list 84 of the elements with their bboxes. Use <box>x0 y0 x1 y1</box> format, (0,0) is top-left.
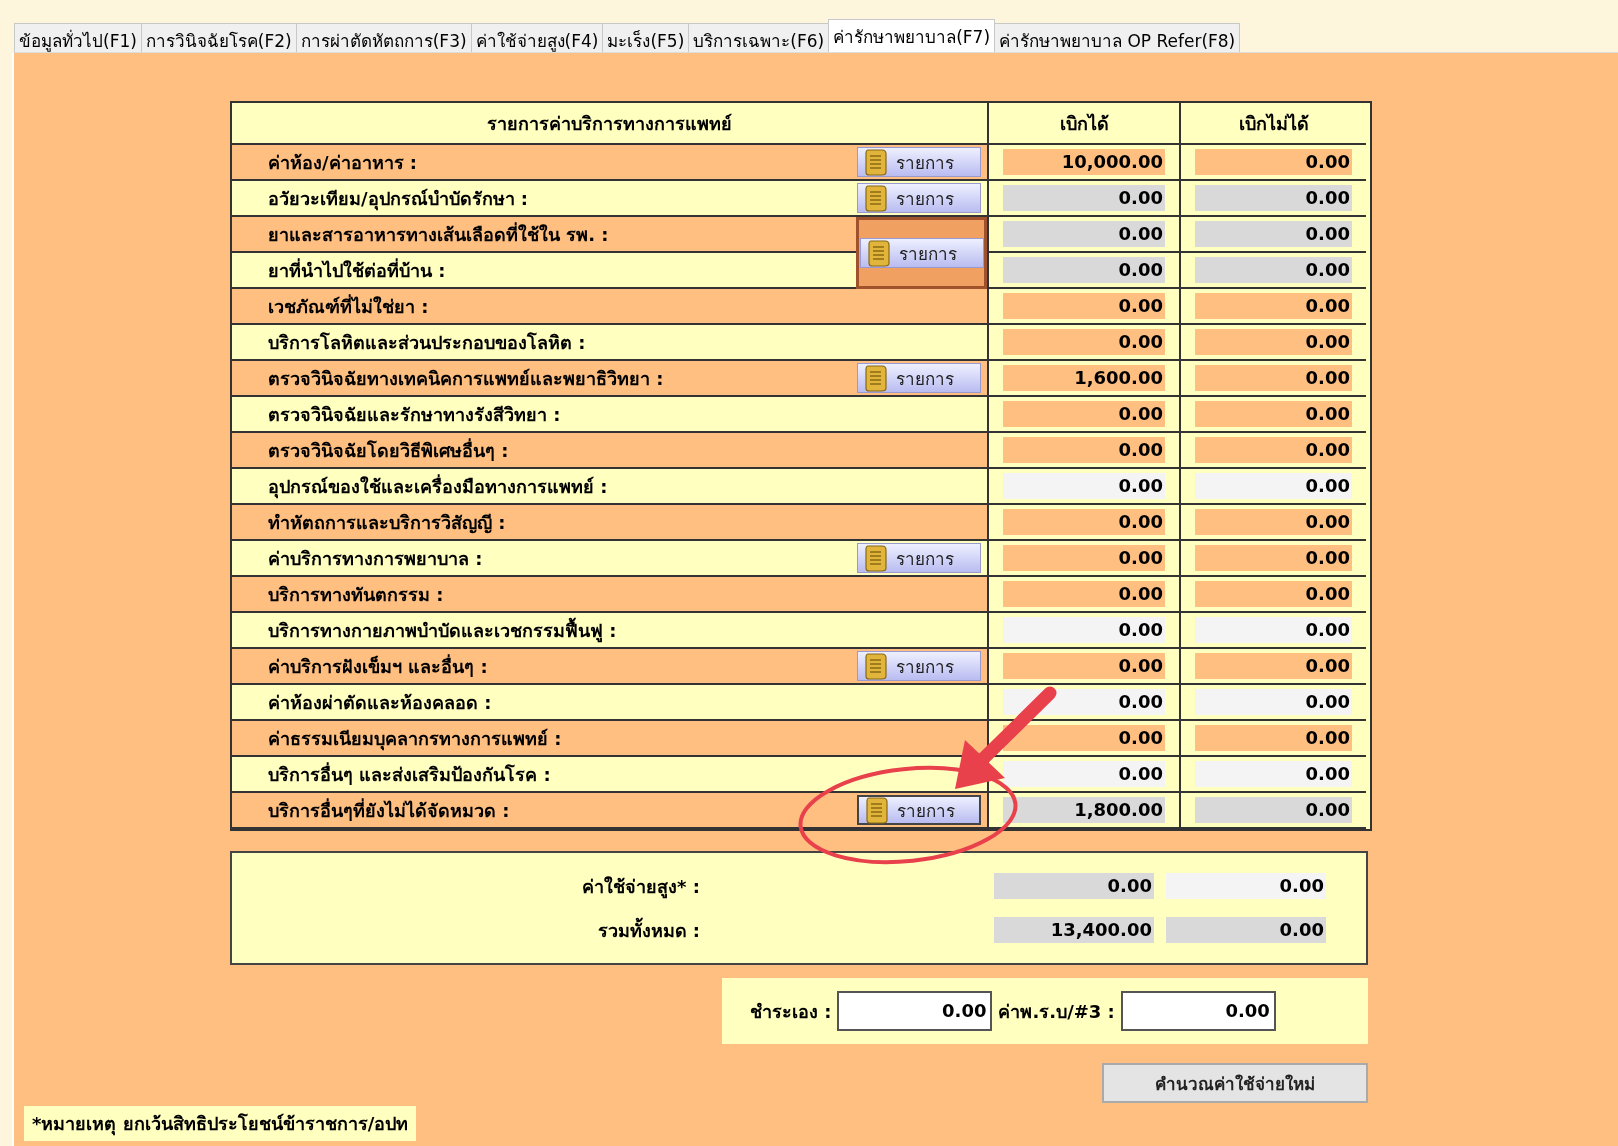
amount-field: 0.00 <box>1003 293 1165 319</box>
amount-field: 0.00 <box>1195 545 1352 571</box>
row-label: ค่าบริการฝังเข็มฯ และอื่นๆ : <box>232 649 856 685</box>
amount-field: 0.00 <box>1003 221 1165 247</box>
amount-field: 0.00 <box>1195 149 1352 175</box>
amount-field: 0.00 <box>1003 257 1165 283</box>
amount-field: 0.00 <box>1195 761 1352 787</box>
amount-field: 0.00 <box>1003 725 1165 751</box>
tab[interactable]: ข้อมูลทั่วไป(F1) <box>14 23 142 52</box>
amount-field: 0.00 <box>1003 437 1165 463</box>
amount-field: 0.00 <box>1195 365 1352 391</box>
row-label: ค่าห้อง/ค่าอาหาร : <box>232 145 856 181</box>
amount-field: 0.00 <box>1195 257 1352 283</box>
recalculate-button[interactable]: คำนวณค่าใช้จ่ายใหม่ <box>1102 1063 1368 1103</box>
row-label: ทำหัตถการและบริการวิสัญญี : <box>232 505 987 541</box>
amount-field: 0.00 <box>1195 437 1352 463</box>
list-button[interactable]: รายการ <box>857 183 981 213</box>
field-label: ค่าพ.ร.บ/#3 : <box>998 999 1115 1024</box>
amount-field: 0.00 <box>1003 401 1165 427</box>
list-button[interactable]: รายการ <box>857 651 981 681</box>
amount-field: 0.00 <box>994 873 1154 899</box>
amount-field: 1,800.00 <box>1003 797 1165 823</box>
row-label: บริการอื่นๆที่ยังไม่ได้จัดหมวด : <box>232 793 856 829</box>
amount-field: 10,000.00 <box>1003 149 1165 175</box>
amount-field: 0.00 <box>1003 761 1165 787</box>
amount-field: 0.00 <box>1195 401 1352 427</box>
tab[interactable]: การผ่าตัดหัตถการ(F3) <box>295 23 472 52</box>
amount-field: 0.00 <box>1166 873 1326 899</box>
document-icon <box>865 796 889 824</box>
amount-field: 0.00 <box>1003 617 1165 643</box>
list-button[interactable]: รายการ <box>857 363 981 393</box>
tab[interactable]: มะเร็ง(F5) <box>602 23 690 52</box>
amount-field: 0.00 <box>1195 689 1352 715</box>
document-icon <box>864 148 888 176</box>
amount-field: 0.00 <box>1195 725 1352 751</box>
amount-field: 0.00 <box>1003 653 1165 679</box>
document-icon <box>864 184 888 212</box>
amount-field: 13,400.00 <box>994 917 1154 943</box>
amount-field: 0.00 <box>1195 617 1352 643</box>
amount-field: 0.00 <box>1195 797 1352 823</box>
amount-field: 0.00 <box>1166 917 1326 943</box>
document-icon <box>864 544 888 572</box>
amount-input[interactable]: 0.00 <box>837 991 993 1031</box>
tab[interactable]: ค่าใช้จ่ายสูง(F4) <box>470 23 604 52</box>
tab[interactable]: บริการเฉพาะ(F6) <box>688 23 830 52</box>
tab[interactable]: การวินิจฉัยโรค(F2) <box>140 23 297 52</box>
amount-field: 0.00 <box>1003 545 1165 571</box>
footnote: *หมายเหตุ ยกเว้นสิทธิประโยชน์ข้าราชการ/อปท <box>24 1106 417 1141</box>
amount-field: 0.00 <box>1195 221 1352 247</box>
amount-field: 0.00 <box>1195 581 1352 607</box>
row-label: ค่าธรรมเนียมบุคลากรทางการแพทย์ : <box>232 721 987 757</box>
list-button[interactable]: รายการ <box>857 795 981 825</box>
column-header: เบิกไม่ได้ <box>1179 103 1366 145</box>
amount-field: 0.00 <box>1195 185 1352 211</box>
amount-field: 0.00 <box>1003 581 1165 607</box>
row-label: บริการทางทันตกรรม : <box>232 577 987 613</box>
column-header: เบิกได้ <box>987 103 1179 145</box>
row-label: ตรวจวินิจฉัยทางเทคนิคการแพทย์และพยาธิวิทยา : <box>232 361 856 397</box>
row-label: ยาและสารอาหารทางเส้นเลือดที่ใช้ใน รพ. : <box>232 217 856 253</box>
amount-field: 0.00 <box>1195 329 1352 355</box>
summary-label: ค่าใช้จ่ายสูง* : <box>582 874 700 901</box>
amount-input[interactable]: 0.00 <box>1120 991 1276 1031</box>
amount-field: 0.00 <box>1003 689 1165 715</box>
amount-field: 0.00 <box>1003 185 1165 211</box>
tab[interactable]: ค่ารักษาพยาบาล OP Refer(F8) <box>994 23 1241 52</box>
document-icon <box>866 239 891 267</box>
row-label: ตรวจวินิจฉัยโดยวิธีพิเศษอื่นๆ : <box>232 433 987 469</box>
summary-label: รวมทั้งหมด : <box>597 916 700 943</box>
document-icon <box>864 364 888 392</box>
amount-field: 0.00 <box>1003 473 1165 499</box>
amount-field: 0.00 <box>1195 509 1352 535</box>
list-button[interactable]: รายการ <box>857 543 981 573</box>
document-icon <box>864 652 888 680</box>
amount-field: 0.00 <box>1003 329 1165 355</box>
amount-field: 1,600.00 <box>1003 365 1165 391</box>
amount-field: 0.00 <box>1003 509 1165 535</box>
list-button[interactable]: รายการ <box>859 238 984 268</box>
tab[interactable]: ค่ารักษาพยาบาล(F7) <box>828 19 995 52</box>
list-button[interactable]: รายการ <box>857 147 981 177</box>
amount-field: 0.00 <box>1195 293 1352 319</box>
row-label: เวชภัณฑ์ที่ไม่ใช่ยา : <box>232 289 987 325</box>
field-label: ชำระเอง : <box>750 999 832 1024</box>
amount-field: 0.00 <box>1195 473 1352 499</box>
amount-field: 0.00 <box>1195 653 1352 679</box>
